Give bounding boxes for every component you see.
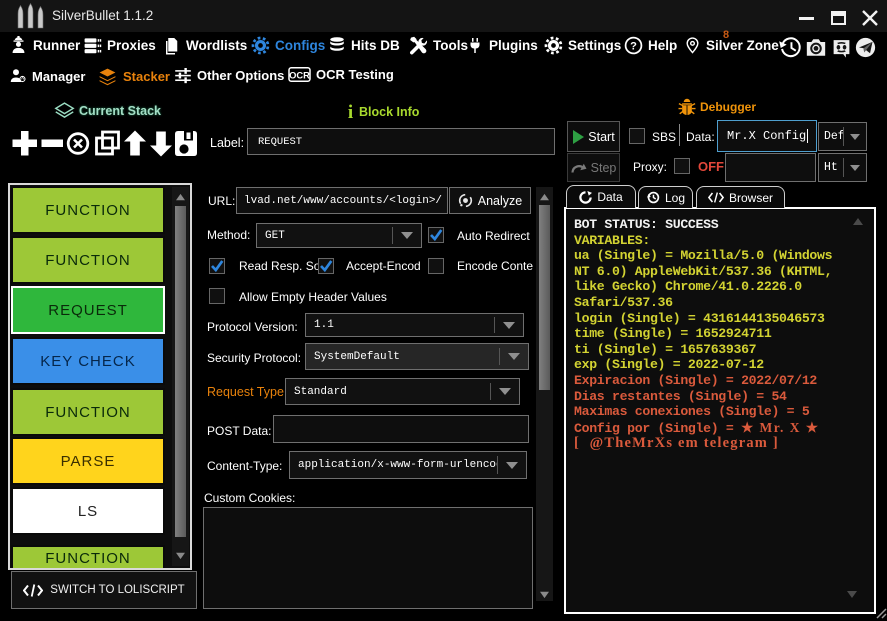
svg-text:?: ? xyxy=(630,40,637,52)
svg-text:OCR: OCR xyxy=(289,70,310,80)
svg-text:i: i xyxy=(348,102,353,121)
